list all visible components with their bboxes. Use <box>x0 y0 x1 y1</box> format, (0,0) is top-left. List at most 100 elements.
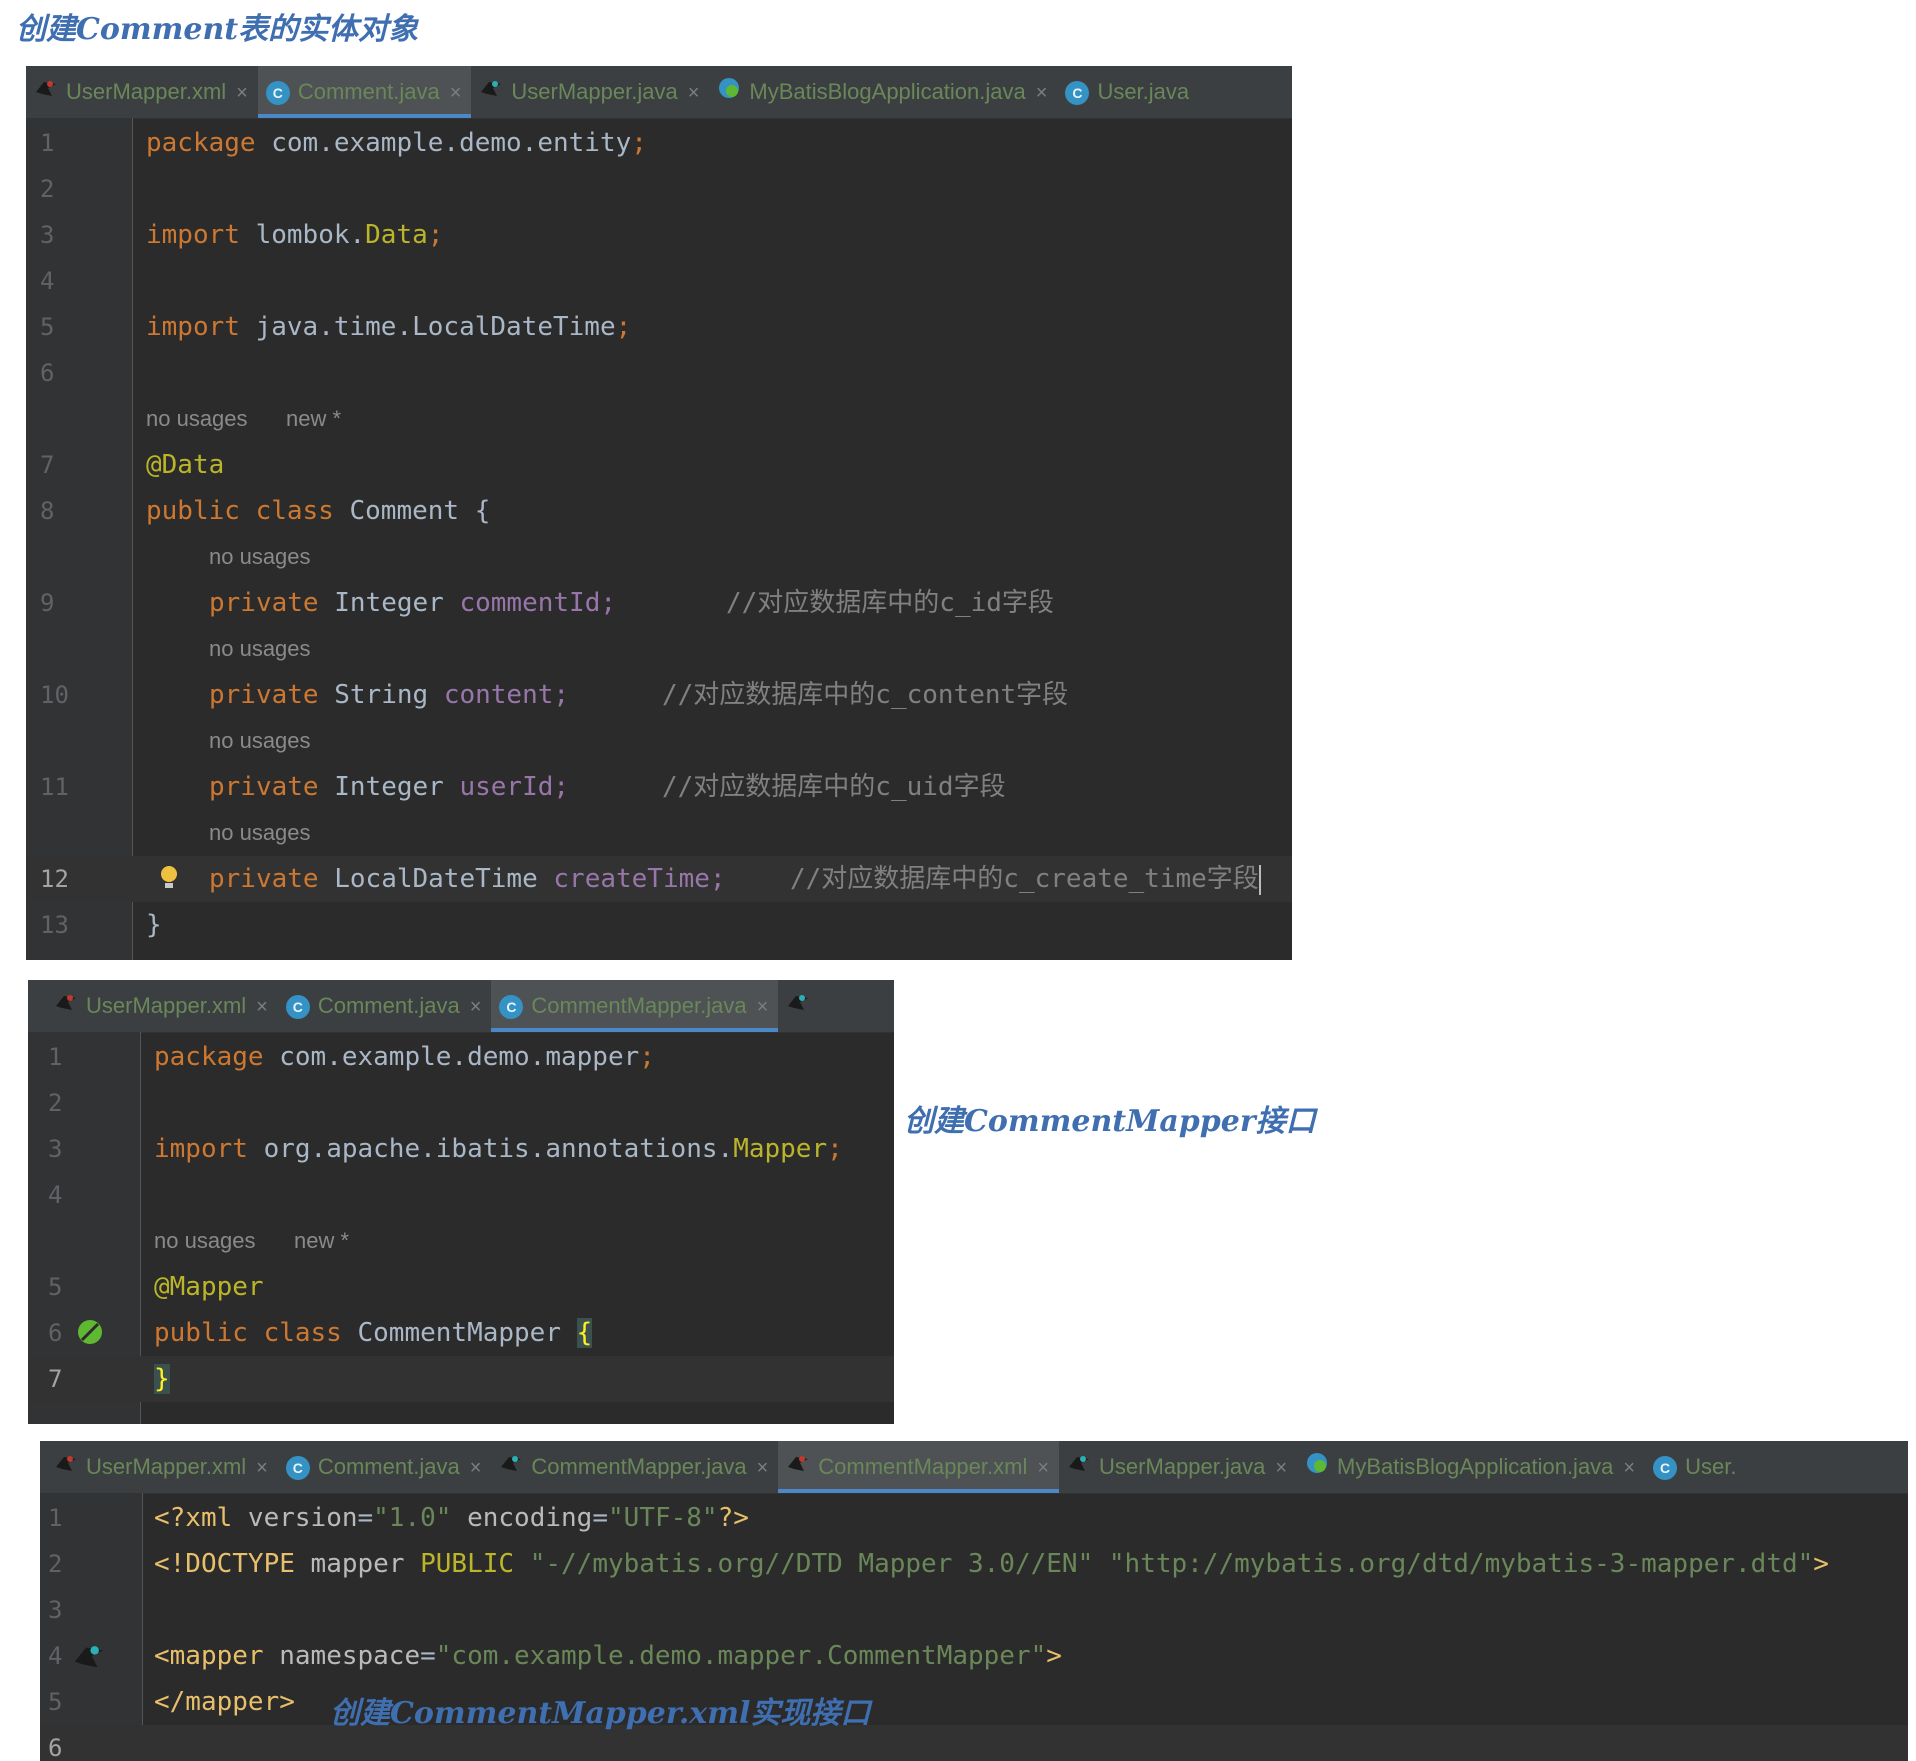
code-line-8[interactable]: 8 public class Comment { <box>26 488 1292 534</box>
close-icon[interactable]: × <box>236 82 248 104</box>
mybatis-bird-icon <box>34 67 58 118</box>
code-line-1[interactable]: 1 <?xml version="1.0" encoding="UTF-8"?> <box>40 1495 1908 1541</box>
code-line-9[interactable]: 9 private Integer commentId; //对应数据库中的c_… <box>26 580 1292 626</box>
close-icon[interactable]: × <box>688 82 700 104</box>
code-line-10[interactable]: 10 private String content; //对应数据库中的c_co… <box>26 672 1292 718</box>
tab-usermapper-java[interactable]: UserMapper.java × <box>1059 1441 1297 1493</box>
line-number: 2 <box>48 1089 63 1117</box>
no-usages-hint[interactable]: no usages <box>209 626 311 672</box>
tab-more[interactable] <box>778 980 828 1032</box>
line-number: 3 <box>48 1596 63 1624</box>
tab-usermapper-xml[interactable]: UserMapper.xml × <box>26 66 258 118</box>
line-number: 2 <box>40 175 55 203</box>
code-line-2[interactable]: 2 <!DOCTYPE mapper PUBLIC "-//mybatis.or… <box>40 1541 1908 1587</box>
code-line-6[interactable]: 6 <box>40 1725 1908 1761</box>
tab-commentmapper-xml[interactable]: CommentMapper.xml × <box>778 1441 1060 1493</box>
code-text: public class CommentMapper { <box>154 1318 593 1348</box>
no-usages-hint[interactable]: no usages <box>209 534 311 580</box>
code-line-5[interactable]: 5 import java.time.LocalDateTime; <box>26 304 1292 350</box>
code-line-2[interactable]: 2 <box>26 166 1292 212</box>
tab-label: MyBatisBlogApplication.java <box>749 79 1026 104</box>
tab-mybatisblogapplication-java[interactable]: MyBatisBlogApplication.java × <box>709 66 1057 118</box>
no-usages-hint[interactable]: no usages <box>209 810 311 856</box>
tab-mybatisblogapplication-java[interactable]: MyBatisBlogApplication.java × <box>1297 1441 1645 1493</box>
code-line-1[interactable]: 1 package com.example.demo.mapper; <box>28 1034 894 1080</box>
code-comment: //对应数据库中的c_uid字段 <box>662 772 1006 802</box>
close-icon[interactable]: × <box>757 1457 769 1479</box>
editor-tab-bar: UserMapper.xml × C Comment.java × C CommentMap… <box>28 980 894 1033</box>
editor-commentmapper-java: UserMapper.xml × C Comment.java × C CommentMap… <box>28 980 894 1424</box>
editor-comment-java: UserMapper.xml × C Comment.java × UserMapper… <box>26 66 1292 960</box>
code-line-5[interactable]: 5 @Mapper <box>28 1264 894 1310</box>
close-icon[interactable]: × <box>470 996 482 1018</box>
tab-comment-java[interactable]: C Comment.java × <box>257 66 472 118</box>
code-line-3[interactable]: 3 <box>40 1587 1908 1633</box>
spring-boot-icon <box>1305 1442 1329 1493</box>
code-line-13[interactable]: 13 } <box>26 902 1292 948</box>
line-number: 9 <box>40 589 55 617</box>
tab-user-java[interactable]: C User.java <box>1057 66 1199 118</box>
close-icon[interactable]: × <box>1623 1457 1635 1479</box>
tab-label: User.java <box>1097 79 1190 104</box>
tab-label: UserMapper.xml <box>86 993 247 1018</box>
code-text: <!DOCTYPE mapper PUBLIC "-//mybatis.org/… <box>154 1549 1829 1579</box>
tab-usermapper-xml[interactable]: UserMapper.xml × <box>28 980 278 1032</box>
no-usages-hint[interactable]: no usages <box>146 396 248 442</box>
code-comment: //对应数据库中的c_create_time字段 <box>790 864 1261 895</box>
tab-usermapper-xml[interactable]: UserMapper.xml × <box>40 1441 278 1493</box>
code-line-1[interactable]: 1 package com.example.demo.entity; <box>26 120 1292 166</box>
new-hint[interactable]: new * <box>286 396 341 442</box>
close-icon[interactable]: × <box>470 1457 482 1479</box>
code-line-4[interactable]: 4 <mapper namespace="com.example.demo.ma… <box>40 1633 1908 1679</box>
close-icon[interactable]: × <box>450 82 462 104</box>
tab-comment-java[interactable]: C Comment.java × <box>278 980 492 1032</box>
code-text: private String content; <box>209 680 570 710</box>
line-number: 11 <box>40 773 69 801</box>
code-line-6[interactable]: 6 <box>26 350 1292 396</box>
code-text: <?xml version="1.0" encoding="UTF-8"?> <box>154 1503 749 1533</box>
code-text: public class Comment { <box>146 496 491 526</box>
code-line-7[interactable]: 7 @Data <box>26 442 1292 488</box>
usage-hint: no usages <box>26 626 1292 672</box>
no-usages-hint[interactable]: no usages <box>209 718 311 764</box>
code-line-4[interactable]: 4 <box>28 1172 894 1218</box>
code-line-3[interactable]: 3 import org.apache.ibatis.annotations.M… <box>28 1126 894 1172</box>
tab-commentmapper-java[interactable]: CommentMapper.java × <box>491 1441 778 1493</box>
mybatis-bird-icon <box>786 981 810 1032</box>
usage-hint: no usages new * <box>26 396 1292 442</box>
close-icon[interactable]: × <box>1037 1457 1049 1479</box>
code-text: import org.apache.ibatis.annotations.Map… <box>154 1134 843 1164</box>
text-caret <box>1258 864 1261 895</box>
code-line-4[interactable]: 4 <box>26 258 1292 304</box>
new-hint[interactable]: new * <box>294 1218 349 1264</box>
code-comment: //对应数据库中的c_id字段 <box>726 588 1054 618</box>
code-line-6[interactable]: 6 public class CommentMapper { <box>28 1310 894 1356</box>
code-line-5[interactable]: 5 </mapper> <box>40 1679 1908 1725</box>
tab-label: Comment.java <box>317 1454 460 1479</box>
no-usages-hint[interactable]: no usages <box>154 1218 256 1264</box>
code-line-2[interactable]: 2 <box>28 1080 894 1126</box>
line-number: 1 <box>48 1043 63 1071</box>
tab-user-java[interactable]: C User. <box>1645 1441 1746 1493</box>
close-icon[interactable]: × <box>1275 1457 1287 1479</box>
mybatis-bird-icon <box>786 1442 810 1493</box>
code-line-11[interactable]: 11 private Integer userId; //对应数据库中的c_ui… <box>26 764 1292 810</box>
close-icon[interactable]: × <box>256 1457 268 1479</box>
tab-comment-java[interactable]: C Comment.java × <box>278 1441 492 1493</box>
caption-entity: 创建Comment表的实体对象 <box>16 12 419 47</box>
tab-commentmapper-java[interactable]: C CommentMapper.java × <box>491 980 779 1032</box>
code-text: } <box>146 910 162 940</box>
code-line-3[interactable]: 3 import lombok.Data; <box>26 212 1292 258</box>
line-number: 13 <box>40 911 69 939</box>
code-line-7[interactable]: 7 } <box>28 1356 894 1402</box>
tab-label: User. <box>1685 1454 1737 1479</box>
code-line-12[interactable]: 12 private LocalDateTime createTime; //对… <box>26 856 1292 902</box>
code-text: import lombok.Data; <box>146 220 444 250</box>
close-icon[interactable]: × <box>757 996 769 1018</box>
editor-commentmapper-xml: UserMapper.xml × C Comment.java × CommentMap… <box>40 1441 1908 1761</box>
close-icon[interactable]: × <box>256 996 268 1018</box>
line-number: 6 <box>40 359 55 387</box>
class-c-icon: C <box>265 81 290 106</box>
tab-usermapper-java[interactable]: UserMapper.java × <box>471 66 709 118</box>
close-icon[interactable]: × <box>1036 82 1048 104</box>
